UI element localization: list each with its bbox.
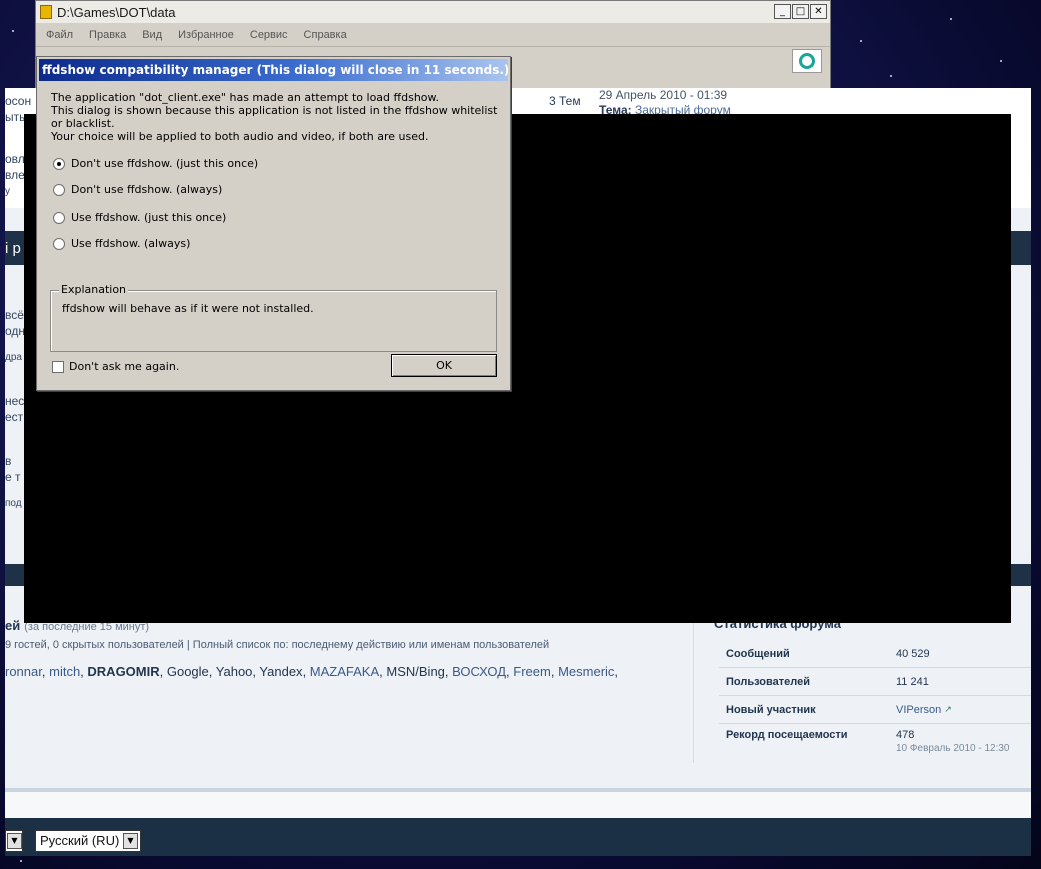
online-title-text: ей [5, 618, 21, 633]
language-select-value: Русский (RU) [40, 833, 120, 848]
footer-band [5, 818, 1031, 856]
footer-strip [5, 792, 1031, 818]
dialog-message: The application "dot_client.exe" has mad… [51, 91, 510, 143]
online-user-link[interactable]: mitch [49, 664, 80, 679]
menu-view[interactable]: Вид [142, 29, 162, 41]
language-select[interactable]: Русский (RU) ▼ [35, 830, 141, 852]
option-label[interactable]: Use ffdshow. (just this once) [71, 211, 226, 224]
menu-file[interactable]: Файл [46, 29, 73, 41]
stats-table: Сообщений 40 529 Пользователей 11 241 Но… [719, 640, 1031, 764]
side-fragment: i p [5, 240, 21, 257]
newest-member-link[interactable]: VIPerson [896, 704, 941, 716]
menu-tools[interactable]: Сервис [250, 29, 288, 41]
online-user-link[interactable]: ВОСХОД [452, 664, 506, 679]
star [950, 18, 952, 20]
external-link-icon: ↗ [944, 704, 952, 714]
chevron-down-icon[interactable]: ▼ [7, 833, 22, 849]
radio-button[interactable] [53, 211, 65, 224]
explorer-title-bar[interactable]: D:\Games\DOT\data _ □ ✕ [36, 1, 830, 23]
explorer-menu-bar: Файл Правка Вид Избранное Сервис Справка [36, 23, 830, 47]
online-user-link[interactable]: Yahoo [216, 664, 253, 679]
online-users-list: ronnar, mitch, DRAGOMIR, Google, Yahoo, … [5, 664, 619, 679]
record-value-wrap: 478 10 Февраль 2010 - 12:30 [896, 729, 1009, 754]
minimize-button[interactable]: _ [774, 4, 791, 19]
online-user-link[interactable]: MSN/Bing [386, 664, 445, 679]
dont-ask-checkbox[interactable] [52, 360, 64, 373]
dialog-message-line: The application "dot_client.exe" has mad… [51, 91, 440, 104]
star [860, 40, 862, 42]
side-fragment: под [5, 498, 22, 509]
maximize-button[interactable]: □ [792, 4, 809, 19]
side-fragment: дра [5, 352, 22, 363]
star [1000, 60, 1002, 62]
online-user-link[interactable]: Mesmeric [558, 664, 614, 679]
side-fragment[interactable]: в [5, 454, 11, 468]
explanation-group: Explanation ffdshow will behave as if it… [50, 283, 497, 352]
stat-label: Новый участник [726, 703, 816, 716]
stats-row: Сообщений 40 529 [719, 640, 1031, 668]
last-post-date: 29 Апрель 2010 - 01:39 [599, 88, 728, 102]
side-fragment[interactable]: осон [5, 94, 31, 108]
stats-row: Новый участник VIPerson ↗ [719, 696, 1031, 724]
radio-button[interactable] [53, 157, 65, 170]
stats-row: Пользователей 11 241 [719, 668, 1031, 696]
side-fragment: вле [5, 168, 25, 182]
option-use-once[interactable]: Use ffdshow. (just this once) [53, 211, 226, 224]
radio-button[interactable] [53, 183, 65, 196]
skin-select[interactable]: ▼ [5, 830, 23, 852]
folder-icon [40, 5, 52, 19]
menu-favorites[interactable]: Избранное [178, 29, 234, 41]
side-fragment: е т [5, 470, 21, 484]
ffdshow-dialog: ffdshow compatibility manager (This dial… [36, 56, 511, 391]
last-post-info: 29 Апрель 2010 - 01:39 Тема: Закрытый фо… [599, 88, 731, 117]
side-fragment[interactable]: овл [5, 152, 25, 166]
option-label[interactable]: Don't use ffdshow. (just this once) [71, 157, 258, 170]
dialog-message-line: This dialog is shown because this applic… [51, 104, 498, 130]
stat-label: Пользователей [726, 675, 810, 688]
star [890, 75, 892, 77]
dialog-message-line: Your choice will be applied to both audi… [51, 130, 429, 143]
close-button[interactable]: ✕ [810, 4, 827, 19]
ok-button[interactable]: OK [391, 354, 497, 377]
online-counts: 9 гостей, 0 скрытых пользователей | Полн… [5, 639, 550, 651]
chevron-down-icon[interactable]: ▼ [123, 833, 138, 849]
online-user-link[interactable]: Google [167, 664, 209, 679]
record-date: 10 Февраль 2010 - 12:30 [896, 743, 1010, 754]
radio-button[interactable] [53, 237, 65, 250]
explanation-title: Explanation [59, 283, 129, 296]
star [20, 860, 22, 862]
dialog-title[interactable]: ffdshow compatibility manager (This dial… [39, 59, 508, 81]
dont-ask-checkbox-row[interactable]: Don't ask me again. [52, 360, 179, 373]
topics-count: 3 Тем [549, 94, 581, 108]
windows-logo-icon [792, 49, 822, 73]
stat-label: Сообщений [726, 647, 790, 660]
stat-value: 40 529 [896, 647, 930, 660]
star [12, 30, 14, 32]
explanation-text: ffdshow will behave as if it were not in… [62, 302, 314, 315]
stat-value: 478 [896, 729, 915, 741]
stat-value: 11 241 [896, 675, 929, 688]
stats-row: Рекорд посещаемости 478 10 Февраль 2010 … [719, 724, 1031, 764]
side-fragment: одн [5, 324, 26, 338]
side-fragment: ест [5, 410, 24, 424]
online-user-link[interactable]: Yandex [259, 664, 302, 679]
side-fragment[interactable]: всё [5, 308, 24, 322]
stats-divider [693, 618, 694, 763]
option-dont-use-once[interactable]: Don't use ffdshow. (just this once) [53, 157, 258, 170]
side-fragment[interactable]: нес [5, 394, 24, 408]
explorer-title: D:\Games\DOT\data [57, 4, 176, 20]
side-fragment: у [5, 186, 10, 197]
stat-label: Рекорд посещаемости [726, 729, 848, 741]
online-user-link[interactable]: Freem [513, 664, 551, 679]
option-dont-use-always[interactable]: Don't use ffdshow. (always) [53, 183, 222, 196]
option-use-always[interactable]: Use ffdshow. (always) [53, 237, 190, 250]
menu-help[interactable]: Справка [304, 29, 347, 41]
option-label[interactable]: Don't use ffdshow. (always) [71, 183, 222, 196]
dont-ask-label[interactable]: Don't ask me again. [69, 360, 179, 373]
menu-edit[interactable]: Правка [89, 29, 126, 41]
option-label[interactable]: Use ffdshow. (always) [71, 237, 190, 250]
online-user-link[interactable]: DRAGOMIR [87, 664, 159, 679]
online-user-link[interactable]: MAZAFAKA [310, 664, 379, 679]
online-user-link[interactable]: ronnar [5, 664, 42, 679]
